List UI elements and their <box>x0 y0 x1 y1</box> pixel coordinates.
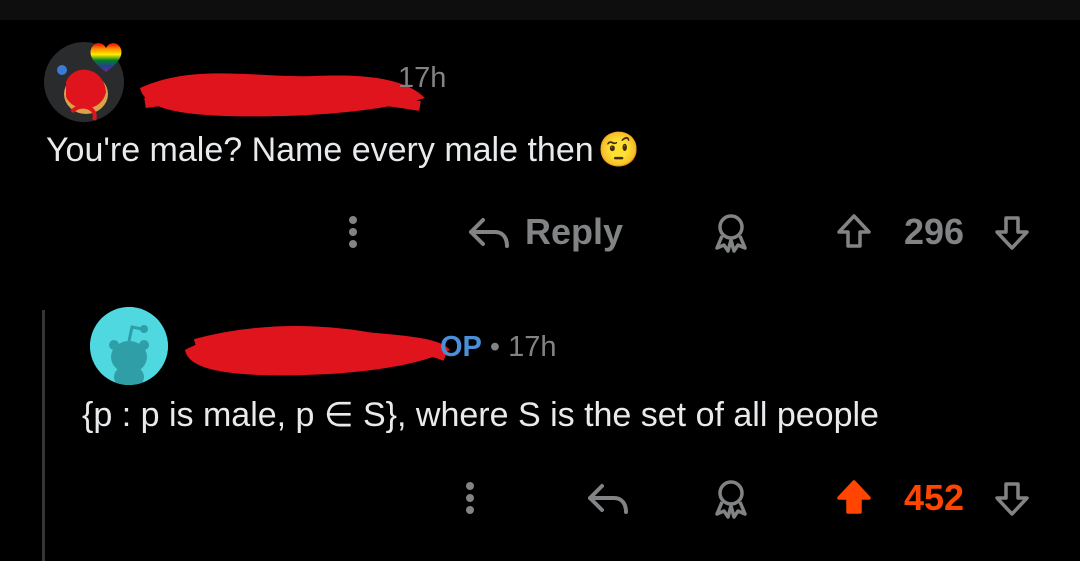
comment-actions: Reply 296 <box>0 207 1080 257</box>
reply-comment: OP • 17h {p : p is male, p ∈ S}, where S i… <box>0 295 1080 561</box>
award-button[interactable] <box>706 207 756 257</box>
comment-text: You're male? Name every male then <box>46 131 594 169</box>
more-options-icon <box>466 482 474 514</box>
award-button[interactable] <box>706 473 756 523</box>
pride-heart-icon <box>88 40 124 74</box>
vote-score: 452 <box>896 473 972 523</box>
reply-icon <box>588 484 628 514</box>
avatar[interactable] <box>90 307 168 385</box>
downvote-button[interactable] <box>990 473 1034 523</box>
comment-actions: 452 <box>0 473 1080 523</box>
more-options-button[interactable] <box>452 473 488 523</box>
score-value: 296 <box>903 211 965 252</box>
downvote-arrow-icon <box>995 216 1029 250</box>
op-badge: OP <box>440 331 482 363</box>
comment-body: {p : p is male, p ∈ S}, where S is the s… <box>82 396 879 434</box>
username-redacted <box>180 315 455 385</box>
downvote-button[interactable] <box>990 207 1034 257</box>
upvote-arrow-icon-active <box>837 480 871 514</box>
comment-time: 17h <box>398 62 447 94</box>
top-bar <box>0 0 1080 20</box>
meta-separator: • <box>489 331 501 363</box>
upvote-button[interactable] <box>832 207 876 257</box>
reply-label: Reply <box>525 211 624 252</box>
award-icon <box>715 214 747 253</box>
username-redacted <box>135 58 435 128</box>
comment: 17h You're male? Name every male then 🤨 R… <box>0 20 1080 295</box>
upvote-arrow-icon <box>837 214 871 248</box>
upvote-button[interactable] <box>832 473 876 523</box>
score-value: 452 <box>903 477 965 518</box>
comment-time: 17h <box>508 331 557 363</box>
reply-icon <box>469 218 509 248</box>
comment-meta: OP • 17h <box>440 331 556 364</box>
snoo-avatar-icon <box>90 307 168 385</box>
more-options-button[interactable] <box>335 207 371 257</box>
raised-eyebrow-emoji-icon: 🤨 <box>597 131 640 169</box>
vote-score: 296 <box>896 207 972 257</box>
reply-button[interactable] <box>583 473 633 523</box>
award-icon <box>715 480 747 519</box>
comment-body: You're male? Name every male then 🤨 <box>46 130 640 170</box>
more-options-icon <box>349 216 357 248</box>
downvote-arrow-icon <box>995 482 1029 516</box>
reply-button[interactable]: Reply <box>465 207 635 257</box>
